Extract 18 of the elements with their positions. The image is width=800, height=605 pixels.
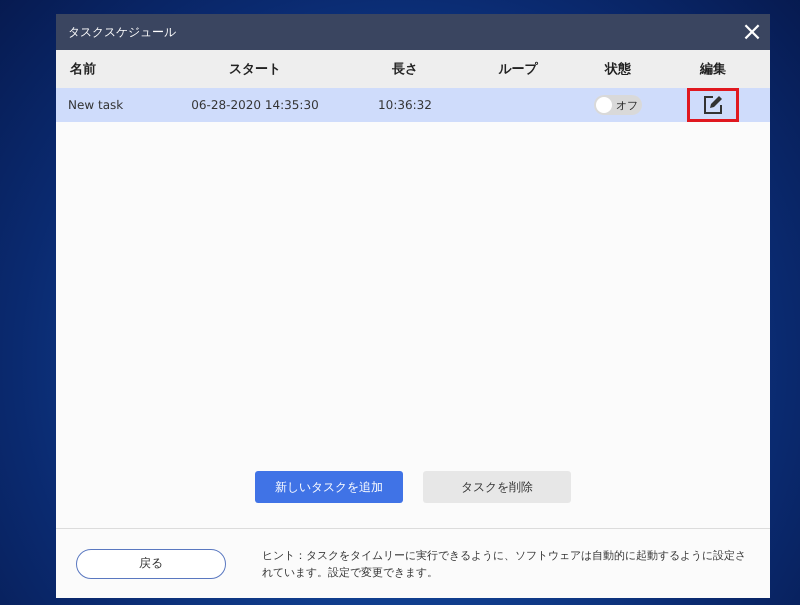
column-header: ループ [498,60,540,78]
toggle-switch[interactable]: オフ [594,95,642,115]
close-button[interactable]: × [734,15,770,49]
delete-task-button[interactable]: タスクを削除 [423,471,571,503]
table-cell-text: 10:36:32 [377,98,433,112]
column-header: 編集 [698,61,727,78]
edit-button[interactable] [702,94,724,116]
back-button[interactable]: 戻る [76,548,226,578]
column-header: 長さ [391,61,419,78]
hint-text: ヒント：タスクをタイムリーに実行できるように、ソフトウェアは自動的に起動するように設定されています。設定で変更できます。 [262,548,747,580]
add-task-button[interactable]: 新しいタスクを追加 [255,471,403,503]
window-title: タスクスケジュール [68,24,176,40]
column-header: スタート [228,61,282,78]
table-cell-text: New task [67,98,124,112]
table-row[interactable]: New task 06-28-2020 14:35:30 10:36:32 オフ [56,88,770,122]
column-header: 状態 [603,60,632,78]
table-cell-text: 06-28-2020 14:35:30 [190,98,320,112]
column-header: 名前 [68,61,97,78]
